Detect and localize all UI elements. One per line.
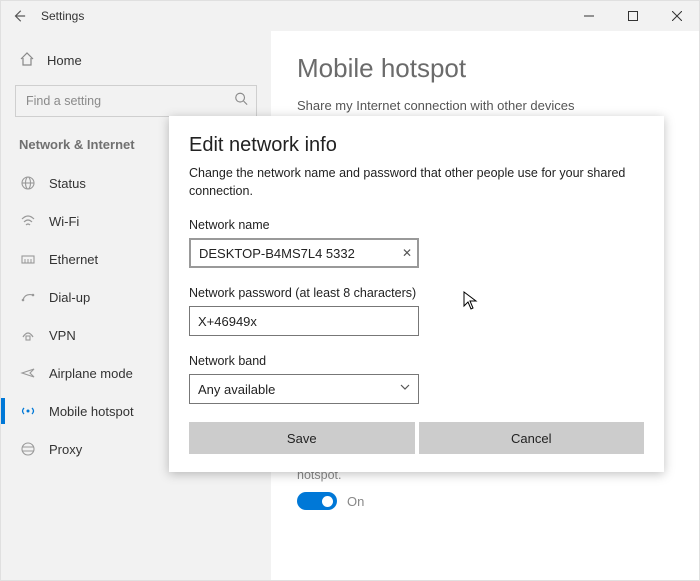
network-band-label: Network band xyxy=(189,354,644,368)
power-saving-toggle[interactable] xyxy=(297,492,337,510)
hotspot-icon xyxy=(19,403,37,419)
search-input[interactable] xyxy=(16,86,256,116)
home-icon xyxy=(19,51,35,70)
cancel-button[interactable]: Cancel xyxy=(419,422,645,454)
sidebar-item-label: VPN xyxy=(49,328,76,343)
globe-icon xyxy=(19,175,37,191)
airplane-icon xyxy=(19,365,37,381)
sidebar-item-label: Mobile hotspot xyxy=(49,404,134,419)
sidebar-home-label: Home xyxy=(47,53,82,68)
sidebar-item-label: Airplane mode xyxy=(49,366,133,381)
dialog-title: Edit network info xyxy=(189,134,644,157)
clear-icon[interactable]: ✕ xyxy=(402,246,412,260)
search-box[interactable] xyxy=(15,85,257,117)
dialup-icon xyxy=(19,289,37,305)
chevron-down-icon xyxy=(399,380,411,398)
network-name-input[interactable] xyxy=(189,238,419,268)
network-password-label: Network password (at least 8 characters) xyxy=(189,286,644,300)
network-band-select[interactable]: Any available xyxy=(189,374,419,404)
edit-network-dialog: Edit network info Change the network nam… xyxy=(169,116,664,472)
sidebar-item-label: Proxy xyxy=(49,442,82,457)
sidebar-item-label: Wi-Fi xyxy=(49,214,79,229)
share-text: Share my Internet connection with other … xyxy=(297,98,673,113)
sidebar-home[interactable]: Home xyxy=(1,41,271,79)
close-button[interactable] xyxy=(655,1,699,31)
page-title: Mobile hotspot xyxy=(297,53,673,84)
network-name-label: Network name xyxy=(189,218,644,232)
vpn-icon xyxy=(19,327,37,343)
sidebar-item-label: Dial-up xyxy=(49,290,90,305)
window-title: Settings xyxy=(41,9,84,23)
network-band-value: Any available xyxy=(198,382,275,397)
sidebar-item-label: Ethernet xyxy=(49,252,98,267)
settings-window: Settings Home Net xyxy=(0,0,700,581)
back-button[interactable] xyxy=(7,4,31,28)
dialog-desc: Change the network name and password tha… xyxy=(189,165,644,200)
proxy-icon xyxy=(19,441,37,457)
ethernet-icon xyxy=(19,251,37,267)
minimize-button[interactable] xyxy=(567,1,611,31)
sidebar-item-label: Status xyxy=(49,176,86,191)
titlebar: Settings xyxy=(1,1,699,31)
save-button[interactable]: Save xyxy=(189,422,415,454)
search-icon xyxy=(234,92,248,111)
maximize-button[interactable] xyxy=(611,1,655,31)
network-password-input[interactable] xyxy=(189,306,419,336)
wifi-icon xyxy=(19,213,37,229)
toggle-state-label: On xyxy=(347,494,364,509)
